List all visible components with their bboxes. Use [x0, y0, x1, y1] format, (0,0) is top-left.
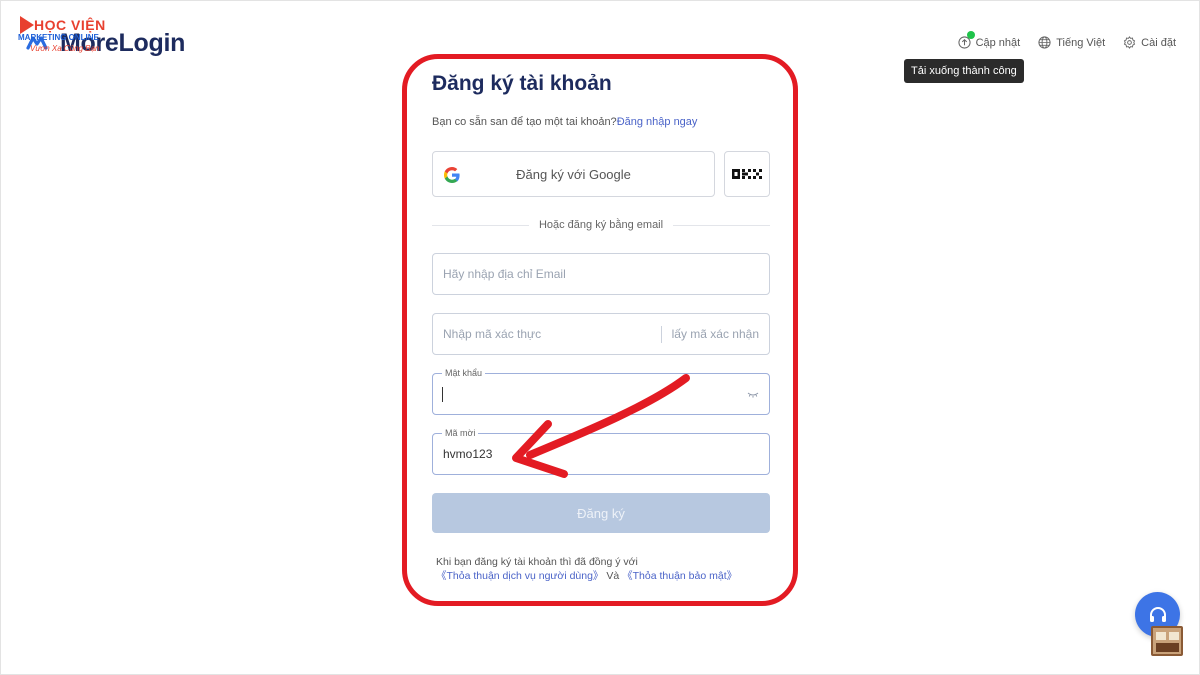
- update-badge: [966, 31, 975, 39]
- hv-logo-sub: MARKETING ONLINE: [18, 33, 99, 42]
- invite-code-input[interactable]: [433, 434, 769, 474]
- get-code-button[interactable]: lấy mã xác nhận: [672, 327, 759, 341]
- language-button[interactable]: Tiếng Việt: [1038, 36, 1105, 49]
- register-button[interactable]: Đăng ký: [432, 493, 770, 533]
- password-label: Mật khẩu: [442, 368, 486, 378]
- email-input[interactable]: [433, 254, 769, 294]
- headset-icon: [1149, 606, 1166, 622]
- google-icon: [444, 167, 460, 183]
- user-agreement-link[interactable]: 《Thỏa thuận dịch vụ người dùng》: [436, 570, 603, 582]
- top-nav: Cập nhật Tiếng Việt Cài đặt: [957, 31, 1176, 49]
- okx-icon: [732, 169, 762, 179]
- download-success-tooltip: Tải xuống thành công: [904, 59, 1024, 83]
- google-signup-button[interactable]: Đăng ký với Google: [432, 151, 715, 197]
- google-signup-label: Đăng ký với Google: [516, 166, 631, 182]
- hv-logo-icon: [20, 16, 34, 34]
- hv-logo-tag: Vươn Xa Cùng Bạn: [30, 44, 100, 53]
- login-hint: Bạn co sẵn san để tạo một tai khoản?Đăng…: [432, 116, 770, 128]
- eye-closed-icon[interactable]: [747, 389, 759, 399]
- login-link[interactable]: Đăng nhập ngay: [617, 116, 698, 128]
- social-login-row: Đăng ký với Google: [432, 151, 770, 197]
- update-label: Cập nhật: [975, 36, 1021, 49]
- password-input[interactable]: [433, 374, 769, 414]
- language-label: Tiếng Việt: [1056, 36, 1106, 49]
- settings-label: Cài đặt: [1141, 36, 1176, 49]
- email-divider-text: Hoặc đăng ký bằng email: [538, 219, 664, 231]
- terms-text: Khi bạn đăng ký tài khoản thì đã đồng ý …: [436, 555, 766, 583]
- privacy-agreement-link[interactable]: 《Thỏa thuận bảo mật》: [622, 570, 737, 582]
- terms-and: Và: [606, 570, 620, 582]
- terms-intro: Khi bạn đăng ký tài khoản thì đã đồng ý …: [436, 556, 638, 568]
- okx-signup-button[interactable]: [724, 151, 770, 197]
- invite-label: Mã mời: [442, 428, 479, 438]
- invite-field-wrapper: Mã mời: [432, 428, 770, 475]
- verification-code-input[interactable]: [433, 314, 658, 354]
- code-separator: [661, 326, 662, 343]
- email-field-wrapper: [432, 253, 770, 295]
- logo: HỌC VIỆN MoreLogin MARKETING ONLINE Vươn…: [18, 16, 198, 60]
- text-caret: [442, 387, 443, 402]
- login-prompt: Bạn co sẵn san để tạo một tai khoản?: [432, 116, 617, 128]
- page-title: Đăng ký tài khoản: [432, 72, 612, 95]
- globe-icon: [1038, 36, 1051, 49]
- update-button[interactable]: Cập nhật: [957, 31, 1021, 49]
- settings-button[interactable]: Cài đặt: [1123, 36, 1176, 49]
- gear-icon: [1124, 36, 1136, 49]
- register-form: Đăng ký tài khoản Bạn co sẵn san để tạo …: [432, 70, 771, 582]
- email-divider: Hoặc đăng ký bằng email: [432, 218, 771, 232]
- password-field-wrapper: Mật khẩu: [432, 368, 770, 415]
- video-thumbnail: [1151, 626, 1183, 656]
- code-field-wrapper: lấy mã xác nhận: [432, 313, 770, 355]
